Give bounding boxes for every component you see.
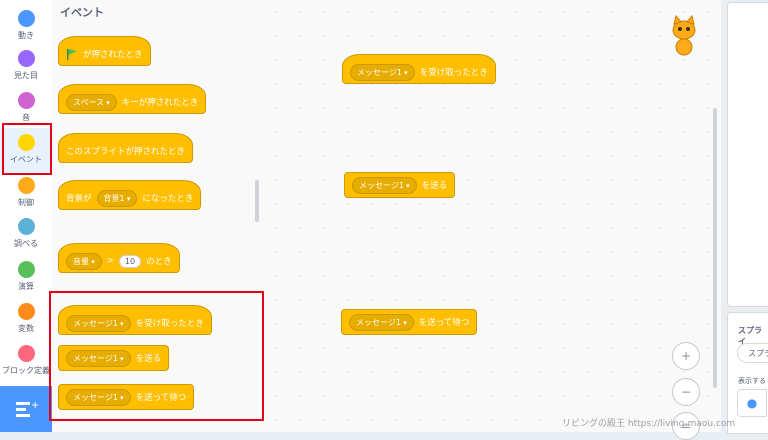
category-label: 演算 [18,282,34,291]
block-text: を送って待つ [418,318,470,328]
category-my-blocks-dot [17,345,35,362]
message-dropdown[interactable]: メッセージ1 [352,176,417,194]
category-label: ブロック定義 [2,366,50,375]
events-category-highlight [2,123,52,175]
category-label: 音 [22,113,30,122]
category-control-dot [17,177,35,194]
loudness-dropdown[interactable]: 音量 [66,252,102,270]
workspace-block-broadcast[interactable]: メッセージ1 を送る [344,172,456,198]
green-flag-icon [67,49,77,60]
sprite-cat-icon [672,14,696,56]
show-label: 表示する [738,377,766,385]
category-sound-dot [17,92,35,109]
category-looks[interactable]: 見た目 [0,44,52,88]
workspace-block-broadcast-and-wait[interactable]: メッセージ1 を送って待つ [341,309,478,335]
category-sensing[interactable]: 調べる [0,212,52,256]
block-text: になったとき [142,194,194,204]
workspace-scrollbar[interactable] [713,108,717,388]
zoom-out-button[interactable]: − [672,378,700,406]
category-label: 動き [18,31,34,40]
category-motion-dot [17,10,35,27]
backdrop-dropdown[interactable]: 背景1 [96,189,138,207]
block-when-loudness-greater[interactable]: 音量 > 10 のとき [58,243,180,273]
show-sprite-button[interactable]: ● [737,389,767,417]
zoom-out-icon: − [680,385,692,399]
palette-scrollbar[interactable] [255,180,259,222]
message-blocks-highlight [49,291,264,421]
sprite-name-field[interactable]: スプラ [737,343,768,363]
category-sensing-dot [17,218,35,235]
svg-text:+: + [31,400,39,411]
zoom-in-button[interactable]: + [672,342,700,370]
block-when-backdrop-switches[interactable]: 背景が 背景1 になったとき [58,180,202,210]
category-operators[interactable]: 演算 [0,255,52,299]
category-variables[interactable]: 変数 [0,297,52,341]
category-label: 調べる [14,239,38,248]
category-operators-dot [17,261,35,278]
block-text: を受け取ったとき [419,68,488,78]
block-text: のとき [146,257,172,267]
category-variables-dot [17,303,35,320]
operator-text: > [106,256,114,266]
palette-title: イベント [60,6,104,19]
category-menu: 動き 見た目 音 イベント 制御 調べる 演算 変数 ブロック定義 [0,0,53,432]
zoom-in-icon: + [680,349,692,363]
workspace-block-when-receive[interactable]: メッセージ1 を受け取ったとき [342,54,496,84]
category-label: 見た目 [14,71,38,80]
block-when-flag-clicked[interactable]: が押されたとき [58,36,151,66]
watermark: リビングの殿王 https://living-maou.com [562,419,736,429]
category-motion[interactable]: 動き [0,4,52,48]
category-control[interactable]: 制御 [0,171,52,215]
block-text: このスプライトが押されたとき [66,147,186,157]
key-dropdown[interactable]: スペース [66,93,117,111]
block-when-sprite-clicked[interactable]: このスプライトが押されたとき [58,133,194,163]
block-text: キーが押されたとき [121,98,199,108]
add-extension-button[interactable]: + [0,386,52,432]
block-text: 背景が [66,194,92,204]
block-text: を送る [421,181,448,191]
message-dropdown[interactable]: メッセージ1 [349,313,414,331]
category-looks-dot [17,50,35,67]
category-label: 変数 [18,324,34,333]
category-my-blocks[interactable]: ブロック定義 [0,339,52,383]
message-dropdown[interactable]: メッセージ1 [350,63,415,81]
block-text: が押されたとき [83,50,143,60]
stage-canvas[interactable] [727,2,768,307]
script-workspace[interactable]: メッセージ1 を受け取ったとき メッセージ1 を送る メッセージ1 を送って待つ… [264,0,721,440]
extension-icon: + [16,400,39,417]
category-label: 制御 [18,198,34,207]
value-input[interactable]: 10 [118,254,142,268]
block-when-key-pressed[interactable]: スペース キーが押されたとき [58,84,207,114]
eye-icon: ● [746,396,758,410]
